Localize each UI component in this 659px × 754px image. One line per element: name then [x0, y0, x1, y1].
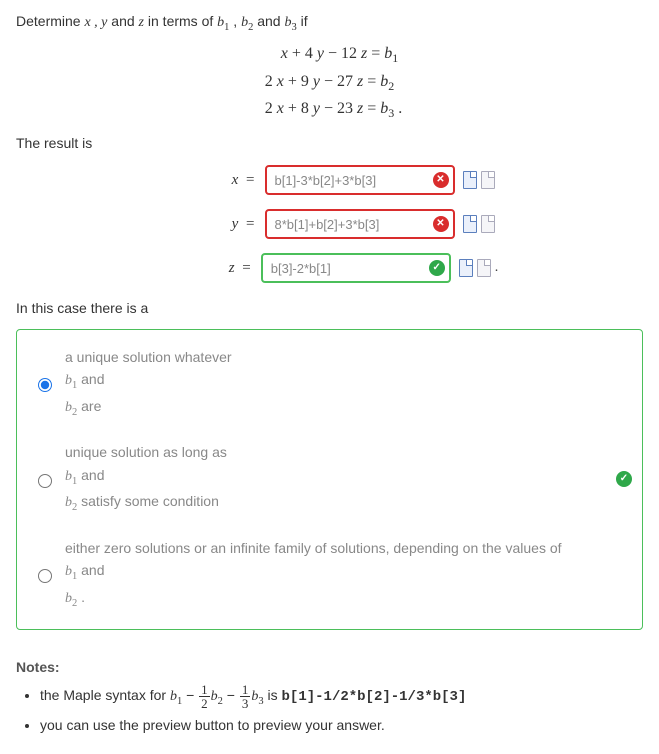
- notes-heading: Notes:: [16, 658, 643, 678]
- prompt-b3: b3: [284, 15, 296, 30]
- input-wrap-x: ✕: [265, 165, 455, 195]
- correct-icon: ✓: [616, 471, 632, 487]
- note-1: the Maple syntax for b1 − 12b2 − 13b3 is…: [40, 683, 643, 710]
- help-icon[interactable]: [481, 215, 495, 233]
- label-x: x =: [37, 170, 257, 191]
- equation-3: 2 x + 8 y − 23 z = b3 .: [16, 96, 643, 123]
- prompt-and1: and: [107, 13, 138, 29]
- choice-1[interactable]: a unique solution whatever b1 and b2 are: [29, 336, 630, 432]
- help-icon[interactable]: [477, 259, 491, 277]
- answer-row-z: z = ✓ .: [16, 253, 643, 283]
- input-x[interactable]: [265, 165, 455, 195]
- preview-icon[interactable]: [463, 215, 477, 233]
- icon-buttons-y: [463, 215, 495, 233]
- incorrect-icon: ✕: [433, 172, 449, 188]
- incorrect-icon: ✕: [433, 216, 449, 232]
- prompt-suffix: if: [297, 13, 308, 29]
- notes-list: the Maple syntax for b1 − 12b2 − 13b3 is…: [18, 683, 643, 736]
- preview-icon[interactable]: [463, 171, 477, 189]
- help-icon[interactable]: [481, 171, 495, 189]
- radio-1[interactable]: [38, 378, 52, 392]
- result-label: The result is: [16, 134, 643, 154]
- choice-2[interactable]: unique solution as long as b1 and b2 sat…: [29, 431, 630, 527]
- period: .: [495, 258, 499, 278]
- prompt-b1: b1: [217, 15, 229, 30]
- choice-1-text: a unique solution whatever b1 and b2 are: [65, 346, 232, 422]
- choice-box: a unique solution whatever b1 and b2 are…: [16, 329, 643, 630]
- prompt-comma: ,: [229, 13, 241, 29]
- input-z[interactable]: [261, 253, 451, 283]
- case-label: In this case there is a: [16, 299, 643, 319]
- label-z: z =: [33, 258, 253, 279]
- answer-row-x: x = ✕: [16, 165, 643, 195]
- radio-2[interactable]: [38, 474, 52, 488]
- preview-icon[interactable]: [459, 259, 473, 277]
- prompt-b2: b2: [241, 15, 253, 30]
- equation-2: 2 x + 9 y − 27 z = b2: [16, 69, 643, 96]
- radio-3[interactable]: [38, 569, 52, 583]
- input-y[interactable]: [265, 209, 455, 239]
- choice-3[interactable]: either zero solutions or an infinite fam…: [29, 527, 630, 623]
- note-2: you can use the preview button to previe…: [40, 716, 643, 736]
- input-wrap-y: ✕: [265, 209, 455, 239]
- prompt-prefix: Determine: [16, 13, 84, 29]
- input-wrap-z: ✓: [261, 253, 451, 283]
- maple-code: b[1]-1/2*b[2]-1/3*b[3]: [282, 689, 467, 705]
- answer-row-y: y = ✕: [16, 209, 643, 239]
- question-prompt: Determine x , y and z in terms of b1 , b…: [16, 12, 643, 35]
- icon-buttons-z: .: [459, 258, 499, 278]
- equation-system: x + 4 y − 12 z = b1 2 x + 9 y − 27 z = b…: [16, 41, 643, 123]
- correct-icon: ✓: [429, 260, 445, 276]
- equation-1: x + 4 y − 12 z = b1: [16, 41, 643, 68]
- prompt-mid: in terms of: [144, 13, 217, 29]
- label-y: y =: [37, 214, 257, 235]
- choice-3-text: either zero solutions or an infinite fam…: [65, 537, 562, 613]
- icon-buttons-x: [463, 171, 495, 189]
- prompt-and2: and: [253, 13, 284, 29]
- prompt-vars-xy: x , y: [84, 15, 107, 30]
- choice-2-text: unique solution as long as b1 and b2 sat…: [65, 441, 227, 517]
